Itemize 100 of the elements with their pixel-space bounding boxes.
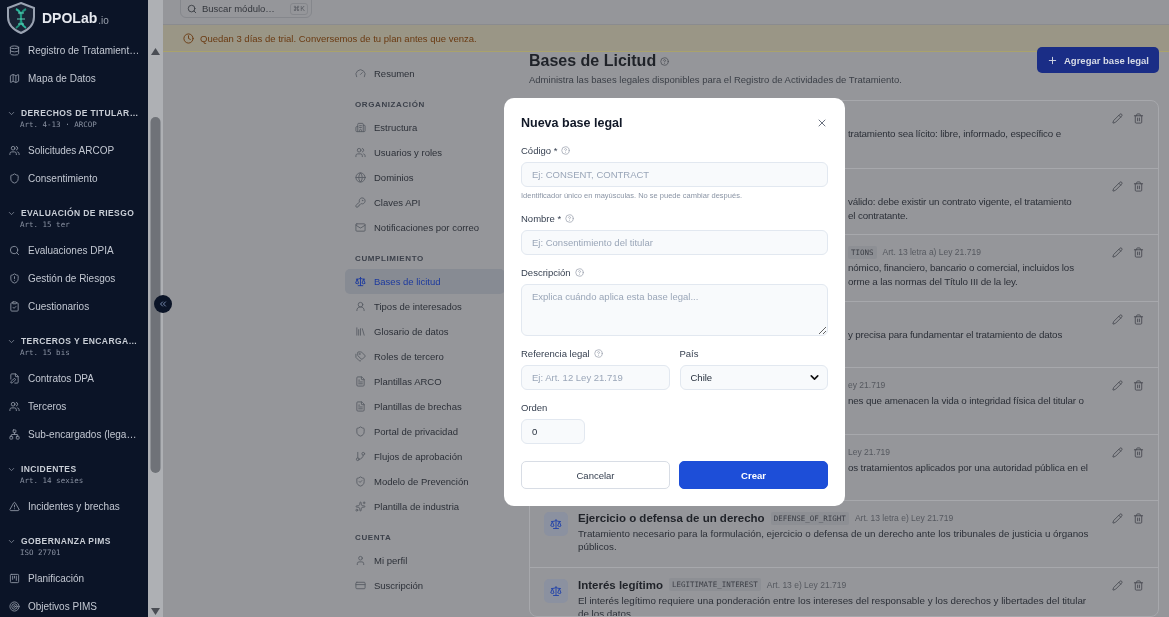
trash-icon[interactable] [1133,113,1144,125]
key-icon [355,197,366,208]
modal-title: Nueva base legal [521,116,623,130]
sidebar-item[interactable]: Incidentes y brechas [0,492,148,520]
description-field[interactable]: Explica cuándo aplica esta base legal... [521,284,828,336]
edit-icon[interactable] [1112,113,1123,125]
number-field[interactable]: 0 [521,419,585,444]
settings-nav-item[interactable]: Estructura [345,115,505,140]
settings-nav-item[interactable]: Notificaciones por correo [345,215,505,240]
settings-nav-item[interactable]: Flujos de aprobación [345,444,505,469]
edit-icon[interactable] [1112,579,1123,591]
settings-nav-item[interactable]: Glosario de datos [345,319,505,344]
help-icon [660,56,670,66]
shield-check-icon [355,476,366,487]
field-label: Orden [521,401,548,413]
nav-heading: CUENTA [355,532,393,544]
edit-icon[interactable] [1112,513,1123,525]
settings-nav-item[interactable]: Roles de tercero [345,344,505,369]
legal-basis-description: orme a las normas del Título III de la ley. [848,275,1019,289]
cancel-button[interactable]: Cancelar [521,461,670,489]
settings-nav-item[interactable]: Plantillas de brechas [345,394,505,419]
nav-heading: ORGANIZACIÓN [355,99,426,111]
text-field[interactable]: Ej: Consentimiento del titular [521,230,828,255]
sidebar-item[interactable]: Registro de Tratamient… [0,36,148,64]
scale-icon [550,584,562,597]
edit-icon[interactable] [1112,380,1123,392]
search-icon [9,244,20,256]
network-icon [9,428,20,440]
field-label: Descripción [521,266,571,278]
settings-nav-item[interactable]: Claves API [345,190,505,215]
field-label: País [679,347,699,359]
close-button[interactable] [816,117,828,129]
sidebar-item[interactable]: Sub-encargados (lega… [0,420,148,448]
warning-icon [9,500,20,512]
gauge-icon [355,68,366,79]
trash-icon[interactable] [1133,247,1144,259]
settings-nav-item[interactable]: Suscripción [345,573,505,598]
settings-nav-item[interactable]: Modelo de Prevención [345,469,505,494]
edit-icon[interactable] [1112,180,1123,192]
legal-basis-title: Ejercicio o defensa de un derecho [578,512,765,525]
sidebar-item[interactable]: Evaluaciones DPIA [0,236,148,264]
settings-nav-item[interactable]: Resumen [345,61,505,86]
sidebar-item[interactable]: Planificación [0,564,148,592]
clock-icon [183,32,194,44]
file-pen-icon [9,372,20,384]
sidebar-item[interactable]: Consentimiento [0,164,148,192]
shield-icon [9,172,20,184]
trash-icon[interactable] [1133,380,1144,392]
kanban-icon [9,572,20,584]
edit-icon[interactable] [1112,446,1123,458]
text-field[interactable]: Ej: Art. 12 Ley 21.719 [521,365,670,390]
sidebar-item[interactable]: Gestión de Riesgos [0,264,148,292]
nav-heading: CUMPLIMIENTO [355,253,425,265]
trash-icon[interactable] [1133,579,1144,591]
field-label: Código * [521,144,558,156]
sidebar-item[interactable]: Mapa de Datos [0,64,148,92]
add-legal-basis-button[interactable]: Agregar base legal [1037,47,1159,73]
library-icon [355,326,366,337]
legal-basis-description: y precisa para fundamentar el tratamiento de datos [848,327,1064,341]
users-icon [355,147,366,158]
field-label: Referencia legal [521,347,590,359]
mail-icon [355,222,366,233]
edit-icon[interactable] [1112,247,1123,259]
sidebar-item[interactable]: Cuestionarios [0,292,148,320]
trash-icon[interactable] [1133,446,1144,458]
settings-nav-item[interactable]: Tipos de interesados [345,294,505,319]
shield-alert-icon [9,272,20,284]
settings-nav-item[interactable]: Plantillas ARCO [345,369,505,394]
settings-nav-item[interactable]: Bases de licitud [345,269,505,294]
section-title: INCIDENTES [21,464,77,474]
page-subtitle: Administra las bases legales disponibles para el Registro de Actividades de Tratamiento. [529,74,902,85]
field-label: Nombre * [521,212,562,224]
scrollbar[interactable] [148,0,163,617]
legal-basis-description: nes que amenacen la vida o integridad física del titular o [848,394,1085,408]
sidebar-item[interactable]: Solicitudes ARCOP [0,136,148,164]
branch-icon [355,451,366,462]
settings-nav-item[interactable]: Usuarios y roles [345,140,505,165]
country-select[interactable]: Chile [679,365,828,390]
trash-icon[interactable] [1133,513,1144,525]
legal-basis-title: Interés legítimo [578,578,663,591]
globe-icon [355,172,366,183]
scale-icon [550,518,562,531]
user-icon [355,555,366,566]
logo-name: DPOLab [42,10,98,26]
settings-nav-item[interactable]: Plantilla de industria [345,494,505,519]
shield-icon [355,426,366,437]
sidebar-item[interactable]: Contratos DPA [0,364,148,392]
trash-icon[interactable] [1133,313,1144,325]
text-field[interactable]: Ej: CONSENT, CONTRACT [521,162,828,187]
edit-icon[interactable] [1112,313,1123,325]
settings-nav-item[interactable]: Mi perfil [345,548,505,573]
trash-icon[interactable] [1133,180,1144,192]
target-icon [9,600,20,612]
create-button[interactable]: Crear [679,461,828,489]
settings-nav-item[interactable]: Portal de privacidad [345,419,505,444]
settings-nav-item[interactable]: Dominios [345,165,505,190]
sidebar-item[interactable]: Objetivos PIMS [0,592,148,617]
clipboard-check-icon [9,300,20,312]
sidebar-item[interactable]: Terceros [0,392,148,420]
users-icon [9,144,20,156]
